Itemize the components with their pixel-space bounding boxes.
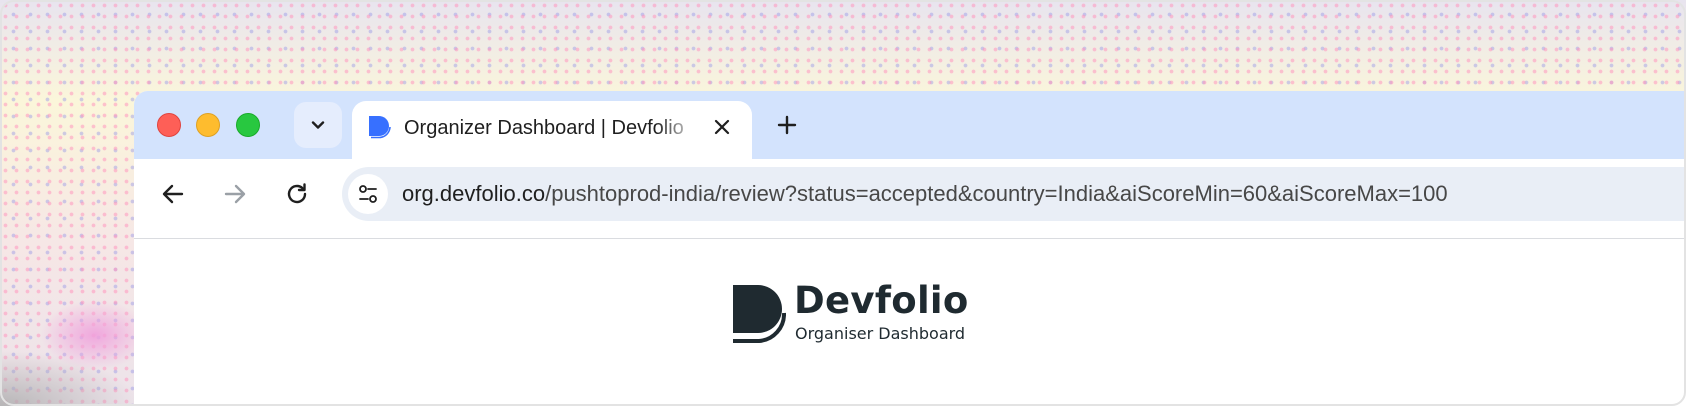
window-minimize-button[interactable] <box>196 113 220 137</box>
devfolio-logo-icon <box>733 285 786 343</box>
chevron-down-icon <box>311 121 325 129</box>
browser-toolbar: org.devfolio.co/pushtoprod-india/review?… <box>134 159 1686 229</box>
arrow-right-icon <box>224 184 246 204</box>
arrow-left-icon <box>162 184 184 204</box>
browser-window: Organizer Dashboard | Devfolio org.devfo… <box>134 91 1686 406</box>
plus-icon <box>777 115 797 135</box>
tab-search-button[interactable] <box>294 102 342 148</box>
devfolio-favicon-icon <box>369 116 391 139</box>
new-tab-button[interactable] <box>770 108 804 142</box>
close-icon <box>714 119 730 135</box>
url-host: org.devfolio.co <box>402 181 546 206</box>
brand-subtitle: Organiser Dashboard <box>795 324 966 343</box>
window-close-button[interactable] <box>157 113 181 137</box>
back-button[interactable] <box>154 175 192 213</box>
site-info-button[interactable] <box>348 174 388 214</box>
tab-strip: Organizer Dashboard | Devfolio <box>134 91 1686 161</box>
brand-name: Devfolio <box>794 279 969 322</box>
window-zoom-button[interactable] <box>236 113 260 137</box>
reload-icon <box>287 183 307 204</box>
tab-active[interactable]: Organizer Dashboard | Devfolio <box>352 101 752 161</box>
tune-icon <box>359 185 377 203</box>
reload-button[interactable] <box>278 175 316 213</box>
page-content: Devfolio Organiser Dashboard <box>134 239 1686 406</box>
forward-button[interactable] <box>216 175 254 213</box>
address-bar[interactable]: org.devfolio.co/pushtoprod-india/review?… <box>342 167 1686 221</box>
tab-close-button[interactable] <box>708 113 736 141</box>
url-text[interactable]: org.devfolio.co/pushtoprod-india/review?… <box>402 180 1448 208</box>
wallpaper-shadow <box>0 350 140 406</box>
tab-title: Organizer Dashboard | Devfolio <box>404 117 684 139</box>
url-path: /pushtoprod-india/review?status=accepted… <box>545 181 1448 206</box>
